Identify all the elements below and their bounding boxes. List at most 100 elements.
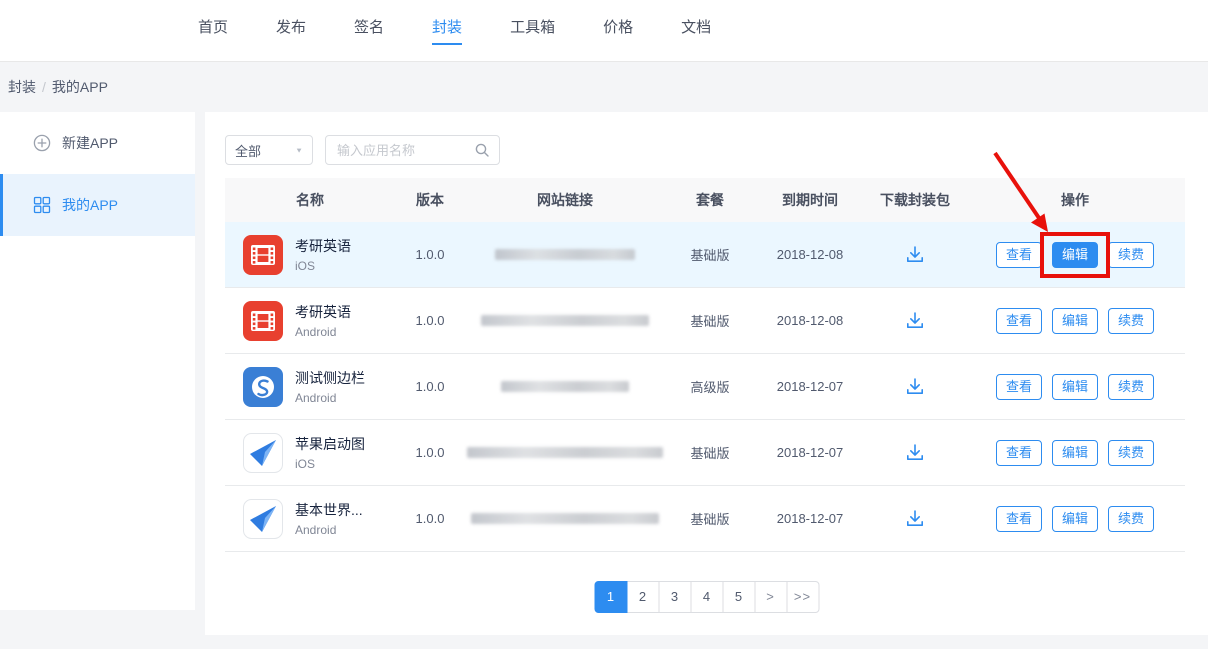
expiry-date: 2018-12-07 [755, 445, 865, 460]
download-icon[interactable] [904, 376, 926, 398]
app-name: 考研英语 [295, 302, 351, 322]
search-icon[interactable] [474, 142, 490, 158]
page-1[interactable]: 1 [594, 581, 627, 613]
breadcrumb-separator: / [42, 79, 46, 95]
view-button[interactable]: 查看 [996, 242, 1042, 268]
page-5[interactable]: 5 [722, 581, 755, 613]
download-icon[interactable] [904, 508, 926, 530]
renew-button[interactable]: 续费 [1108, 440, 1154, 466]
nav-tab-sign[interactable]: 签名 [354, 0, 384, 62]
nav-tab-label: 签名 [354, 16, 384, 45]
expiry-date: 2018-12-07 [755, 379, 865, 394]
nav-tab-home[interactable]: 首页 [198, 0, 228, 62]
chevron-down-icon: ▼ [295, 146, 303, 154]
nav-tab-publish[interactable]: 发布 [276, 0, 306, 62]
page-2[interactable]: 2 [626, 581, 659, 613]
edit-button[interactable]: 编辑 [1052, 374, 1098, 400]
header-link: 网站链接 [465, 190, 665, 210]
nav-tab-label: 封装 [432, 16, 462, 45]
sidebar-item-my-app[interactable]: 我的APP [0, 174, 195, 236]
edit-button[interactable]: 编辑 [1052, 506, 1098, 532]
header-plan: 套餐 [665, 190, 755, 210]
app-plan: 基础版 [665, 311, 755, 330]
table-row: 苹果启动图 iOS 1.0.0 基础版 2018-12-07 查看 编辑 续费 [225, 420, 1185, 486]
plus-circle-icon [33, 134, 51, 152]
masked-url [481, 315, 649, 326]
film-icon [243, 235, 283, 275]
nav-tab-label: 文档 [681, 16, 711, 45]
app-table: 名称 版本 网站链接 套餐 到期时间 下载封装包 操作 考研英语 iOS [225, 178, 1185, 552]
header-actions: 操作 [965, 190, 1185, 210]
header-name: 名称 [225, 190, 395, 210]
view-button[interactable]: 查看 [996, 506, 1042, 532]
swirl-icon [243, 367, 283, 407]
view-button[interactable]: 查看 [996, 440, 1042, 466]
masked-url [467, 447, 663, 458]
expiry-date: 2018-12-08 [755, 313, 865, 328]
nav-tab-price[interactable]: 价格 [603, 0, 633, 62]
nav-tab-docs[interactable]: 文档 [681, 0, 711, 62]
app-version: 1.0.0 [395, 313, 465, 328]
search-box [325, 135, 500, 165]
renew-button[interactable]: 续费 [1108, 308, 1154, 334]
nav-tab-toolbox[interactable]: 工具箱 [510, 0, 555, 62]
nav-tab-label: 首页 [198, 16, 228, 45]
edit-button[interactable]: 编辑 [1052, 308, 1098, 334]
app-version: 1.0.0 [395, 445, 465, 460]
table-row: 考研英语 Android 1.0.0 基础版 2018-12-08 查看 编辑 … [225, 288, 1185, 354]
app-name: 考研英语 [295, 236, 351, 256]
page-4[interactable]: 4 [690, 581, 723, 613]
renew-button[interactable]: 续费 [1108, 374, 1154, 400]
expiry-date: 2018-12-07 [755, 511, 865, 526]
app-platform: iOS [295, 457, 365, 471]
breadcrumb-package[interactable]: 封装 [8, 79, 36, 95]
top-nav: 首页 发布 签名 封装 工具箱 价格 文档 [0, 0, 1208, 62]
main-panel: 全部 ▼ 名称 版本 网站链接 套餐 到期时间 下载封装包 操作 [205, 112, 1208, 635]
nav-tab-label: 工具箱 [510, 16, 555, 45]
page-3[interactable]: 3 [658, 581, 691, 613]
header-version: 版本 [395, 190, 465, 210]
paper-plane-icon [243, 499, 283, 539]
sidebar-item-label: 新建APP [62, 133, 118, 153]
breadcrumb: 封装/我的APP [0, 62, 108, 112]
table-row: 测试侧边栏 Android 1.0.0 高级版 2018-12-07 查看 编辑… [225, 354, 1185, 420]
app-name: 苹果启动图 [295, 434, 365, 454]
grid-icon [33, 196, 51, 214]
app-platform: iOS [295, 259, 351, 273]
sidebar-item-new-app[interactable]: 新建APP [0, 112, 195, 174]
view-button[interactable]: 查看 [996, 374, 1042, 400]
app-plan: 基础版 [665, 509, 755, 528]
filter-dropdown[interactable]: 全部 ▼ [225, 135, 313, 165]
page-next-button[interactable]: > [754, 581, 787, 613]
search-input[interactable] [335, 142, 474, 159]
table-row: 基本世界... Android 1.0.0 基础版 2018-12-07 查看 … [225, 486, 1185, 552]
paper-plane-icon [243, 433, 283, 473]
app-version: 1.0.0 [395, 511, 465, 526]
page-last-button[interactable]: >> [786, 581, 819, 613]
app-version: 1.0.0 [395, 247, 465, 262]
filter-selected-value: 全部 [235, 141, 261, 160]
download-icon[interactable] [904, 244, 926, 266]
table-header-row: 名称 版本 网站链接 套餐 到期时间 下载封装包 操作 [225, 178, 1185, 222]
renew-button[interactable]: 续费 [1108, 506, 1154, 532]
app-plan: 基础版 [665, 245, 755, 264]
edit-button[interactable]: 编辑 [1052, 242, 1098, 268]
download-icon[interactable] [904, 310, 926, 332]
expiry-date: 2018-12-08 [755, 247, 865, 262]
edit-button[interactable]: 编辑 [1052, 440, 1098, 466]
renew-button[interactable]: 续费 [1108, 242, 1154, 268]
app-name: 基本世界... [295, 500, 363, 520]
pagination: 1 2 3 4 5 > >> [594, 581, 819, 613]
app-platform: Android [295, 523, 363, 537]
view-button[interactable]: 查看 [996, 308, 1042, 334]
app-version: 1.0.0 [395, 379, 465, 394]
masked-url [471, 513, 659, 524]
sidebar: 新建APP 我的APP [0, 112, 195, 610]
nav-tab-label: 发布 [276, 16, 306, 45]
app-platform: Android [295, 325, 351, 339]
toolbar: 全部 ▼ [225, 135, 500, 165]
app-plan: 高级版 [665, 377, 755, 396]
app-platform: Android [295, 391, 365, 405]
download-icon[interactable] [904, 442, 926, 464]
nav-tab-package[interactable]: 封装 [432, 0, 462, 62]
